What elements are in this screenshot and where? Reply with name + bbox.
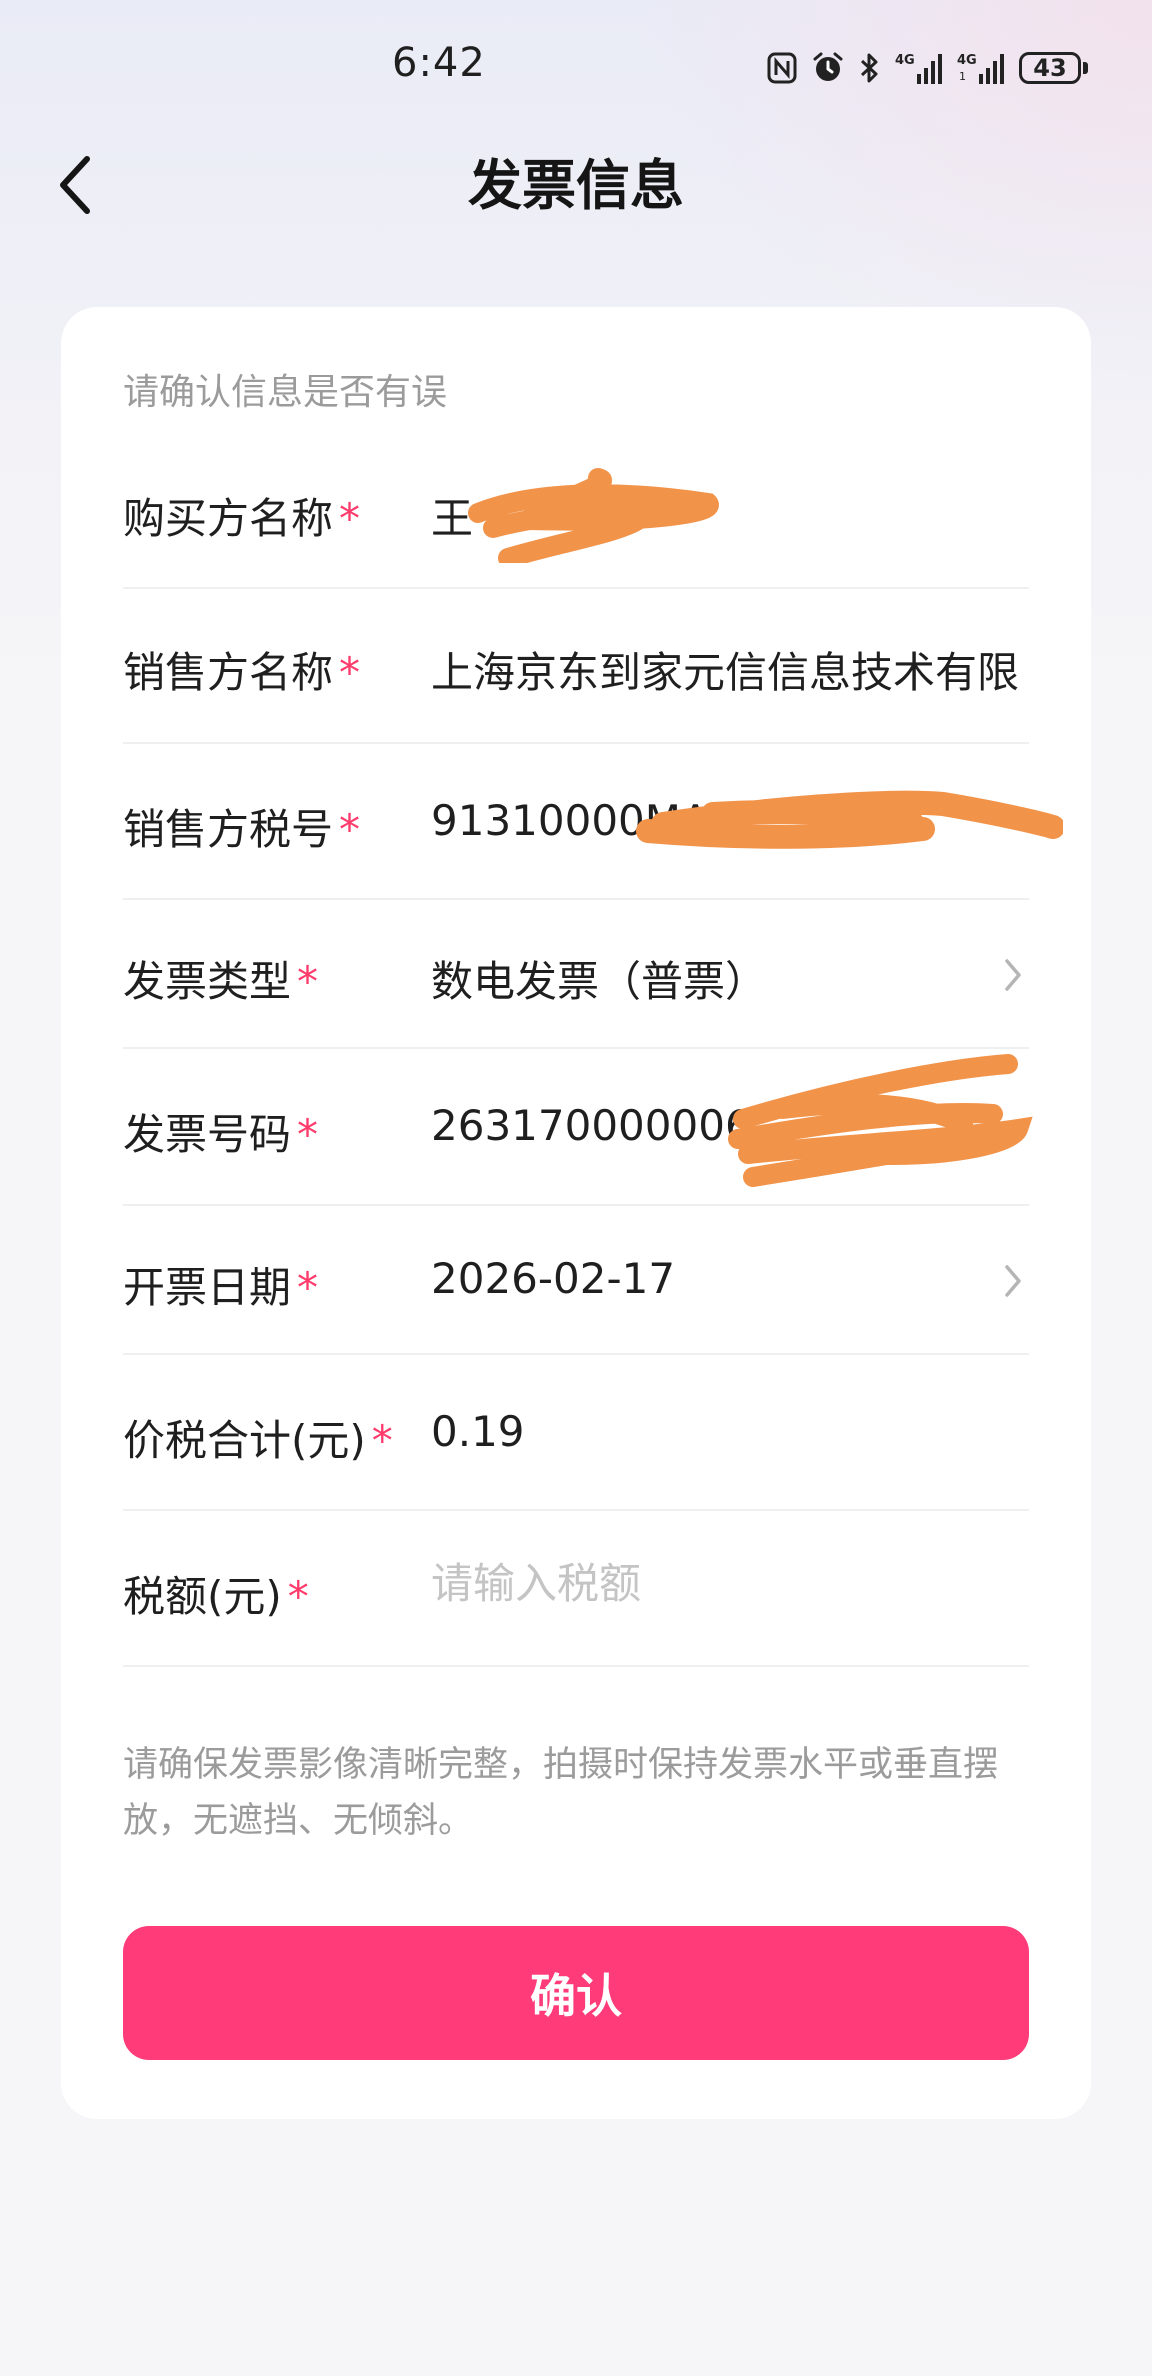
buyer-name-value[interactable]: 王 [431, 485, 1021, 546]
required-mark: * [287, 1572, 309, 1621]
invoice-number-label: 发票号码 * [123, 1110, 319, 1159]
invoice-type-label: 发票类型 * [123, 957, 319, 1006]
page-title: 发票信息 [468, 154, 684, 217]
status-bar: 6:42 4G 4G 1 43 [0, 0, 1152, 130]
svg-text:4G: 4G [957, 53, 977, 68]
svg-text:4G: 4G [895, 53, 915, 68]
bluetooth-icon [859, 51, 881, 85]
total-amount-label: 价税合计(元) * [123, 1416, 393, 1465]
row-buyer-name: 购买方名称 * 王 [123, 433, 1029, 589]
signal-4g-icon: 4G [895, 50, 943, 86]
status-time: 6:42 [392, 40, 486, 86]
seller-name-value[interactable]: 上海京东到家元信信息技术有限公司 [431, 639, 1021, 700]
alarm-icon [811, 51, 845, 85]
seller-tax-id-value[interactable]: 91310000MA1 [431, 796, 1021, 845]
battery-icon: 43 [1019, 52, 1088, 84]
photo-note: 请确保发票影像清晰完整，拍摄时保持发票水平或垂直摆放，无遮挡、无倾斜。 [123, 1745, 999, 1841]
row-tax-amount: 税额(元) * [123, 1511, 1029, 1667]
issue-date-label: 开票日期 * [123, 1263, 319, 1312]
invoice-info-card: 请确认信息是否有误 购买方名称 * 王 销售方名称 * 上海京东到家元信信息技术有限… [61, 307, 1091, 2119]
required-mark: * [371, 1416, 393, 1465]
signal-4g-icon: 4G 1 [957, 50, 1005, 86]
required-mark: * [297, 1110, 319, 1159]
svg-text:1: 1 [959, 70, 966, 83]
required-mark: * [339, 494, 361, 543]
status-icons: 4G 4G 1 43 [767, 48, 1088, 88]
tax-amount-input[interactable] [431, 1559, 1011, 1608]
chevron-right-icon [1005, 959, 1021, 991]
required-mark: * [297, 957, 319, 1006]
issue-date-value[interactable]: 2026-02-17 [431, 1254, 1021, 1303]
row-seller-tax-id: 销售方税号 * 91310000MA1 [123, 744, 1063, 900]
nfc-icon [767, 52, 797, 84]
total-amount-value[interactable]: 0.19 [431, 1407, 1021, 1456]
chevron-right-icon [1005, 1265, 1021, 1297]
row-seller-name: 销售方名称* 上海京东到家元信信息技术有限公司 [123, 589, 1029, 744]
seller-name-label: 销售方名称 * [123, 648, 361, 697]
card-hint: 请确认信息是否有误 [123, 372, 448, 413]
row-total-amount: 价税合计(元) * 0.19 [123, 1355, 1029, 1511]
row-issue-date[interactable]: 开票日期 * 2026-02-17 [123, 1206, 1029, 1355]
confirm-button[interactable]: 确认 [123, 1926, 1029, 2060]
tax-amount-label: 税额(元) * [123, 1572, 309, 1621]
buyer-name-label: 购买方名称 * [123, 494, 361, 543]
required-mark: * [297, 1263, 319, 1312]
row-invoice-type[interactable]: 发票类型 * 数电发票（普票） [123, 900, 1029, 1049]
invoice-type-value[interactable]: 数电发票（普票） [431, 948, 1021, 1009]
row-invoice-number: 发票号码 * 263170000006 [123, 1049, 1033, 1206]
tax-amount-field [431, 1559, 1021, 1608]
invoice-number-value[interactable]: 263170000006 [431, 1101, 1021, 1150]
required-mark: * [339, 805, 361, 854]
seller-tax-id-label: 销售方税号 * [123, 805, 361, 854]
battery-level: 43 [1019, 52, 1081, 84]
required-mark: * [339, 648, 361, 697]
